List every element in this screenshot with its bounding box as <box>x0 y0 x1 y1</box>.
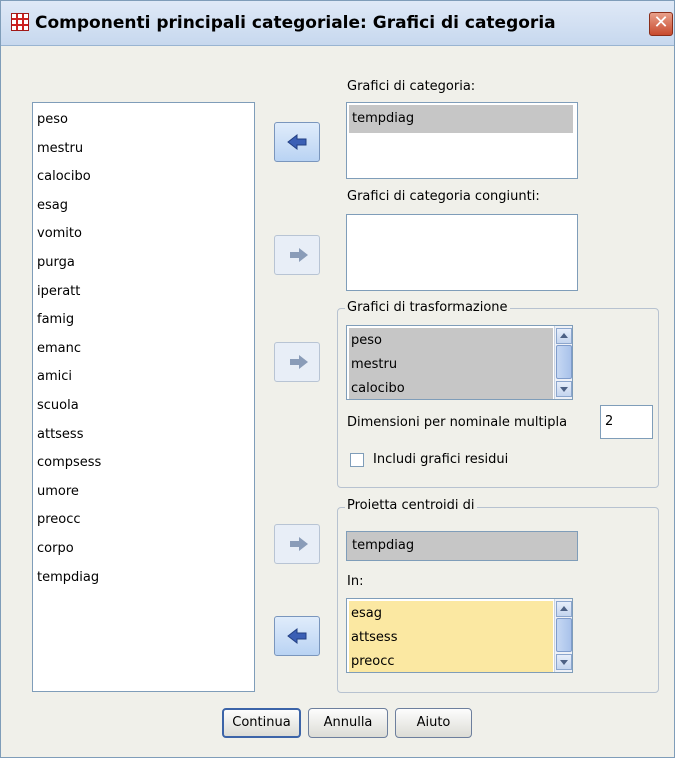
list-item[interactable]: compsess <box>37 455 101 470</box>
move-to-category-plots-button[interactable] <box>274 122 320 162</box>
include-residuals-checkbox[interactable] <box>350 453 364 467</box>
include-residuals-label[interactable]: Includi grafici residui <box>373 452 508 467</box>
transformation-plots-legend: Grafici di trasformazione <box>345 300 510 315</box>
arrow-left-icon <box>287 627 307 645</box>
arrow-right-icon <box>290 537 308 551</box>
in-label: In: <box>347 574 364 589</box>
list-item[interactable]: preocc <box>351 654 395 669</box>
dialog-window: Componenti principali categoriale: Grafi… <box>0 0 675 758</box>
move-to-in-list-button[interactable] <box>274 616 320 656</box>
close-icon: ✕ <box>653 12 669 33</box>
list-item[interactable]: preocc <box>37 512 81 527</box>
list-item[interactable]: esag <box>351 606 382 621</box>
list-item[interactable]: purga <box>37 255 75 270</box>
list-item[interactable]: corpo <box>37 541 74 556</box>
list-item[interactable]: mestru <box>351 357 397 372</box>
list-item[interactable]: famig <box>37 312 74 327</box>
scroll-up-button[interactable] <box>556 601 572 617</box>
move-to-transformation-plots-button[interactable] <box>274 342 320 382</box>
dimensions-label: Dimensioni per nominale multipla <box>347 415 568 430</box>
title-bar[interactable]: Componenti principali categoriale: Grafi… <box>1 1 674 46</box>
transformation-plots-list[interactable]: peso mestru calocibo <box>346 325 573 400</box>
chevron-up-icon <box>560 333 568 338</box>
centroid-variable-field[interactable]: tempdiag <box>346 531 578 561</box>
list-item[interactable]: iperatt <box>37 284 80 299</box>
scroll-down-button[interactable] <box>556 381 572 397</box>
list-item[interactable]: scuola <box>37 398 79 413</box>
list-item[interactable]: attsess <box>37 427 83 442</box>
list-item[interactable]: peso <box>351 333 382 348</box>
chevron-down-icon <box>560 660 568 665</box>
scroll-up-button[interactable] <box>556 328 572 344</box>
joint-category-plots-label: Grafici di categoria congiunti: <box>347 189 540 204</box>
list-item[interactable]: mestru <box>37 141 83 156</box>
category-plots-list[interactable]: tempdiag <box>346 102 578 179</box>
arrow-right-icon <box>290 248 308 262</box>
list-item[interactable]: tempdiag <box>349 105 573 133</box>
list-item[interactable]: umore <box>37 484 79 499</box>
chevron-down-icon <box>560 387 568 392</box>
in-list-scrollbar[interactable] <box>554 599 572 672</box>
arrow-left-icon <box>287 133 307 151</box>
centroids-in-list[interactable]: esag attsess preocc <box>346 598 573 673</box>
arrow-right-icon <box>290 355 308 369</box>
scroll-thumb[interactable] <box>556 345 572 379</box>
joint-category-plots-list[interactable] <box>346 214 578 291</box>
dimensions-input[interactable]: 2 <box>600 405 653 439</box>
move-to-joint-plots-button[interactable] <box>274 235 320 275</box>
move-to-centroids-button[interactable] <box>274 524 320 564</box>
cancel-button[interactable]: Annulla <box>308 708 388 738</box>
list-item[interactable]: vomito <box>37 226 82 241</box>
project-centroids-legend: Proietta centroidi di <box>345 498 477 513</box>
list-item[interactable]: attsess <box>351 630 397 645</box>
list-item[interactable]: tempdiag <box>37 570 99 585</box>
list-item[interactable]: calocibo <box>351 381 405 396</box>
list-item[interactable]: calocibo <box>37 169 91 184</box>
list-item[interactable]: amici <box>37 369 72 384</box>
window-title: Componenti principali categoriale: Grafi… <box>35 13 556 33</box>
scroll-down-button[interactable] <box>556 654 572 670</box>
transformation-scrollbar[interactable] <box>554 326 572 399</box>
close-button[interactable]: ✕ <box>649 12 673 36</box>
scroll-thumb[interactable] <box>556 618 572 652</box>
source-variable-list[interactable]: peso mestru calocibo esag vomito purga iperatt… <box>32 102 255 692</box>
spss-grid-icon <box>11 13 29 31</box>
continue-button[interactable]: Continua <box>222 708 301 738</box>
list-item[interactable]: esag <box>37 198 68 213</box>
list-item[interactable]: emanc <box>37 341 81 356</box>
chevron-up-icon <box>560 606 568 611</box>
list-item[interactable]: peso <box>37 112 68 127</box>
category-plots-label: Grafici di categoria: <box>347 79 476 94</box>
help-button[interactable]: Aiuto <box>395 708 472 738</box>
